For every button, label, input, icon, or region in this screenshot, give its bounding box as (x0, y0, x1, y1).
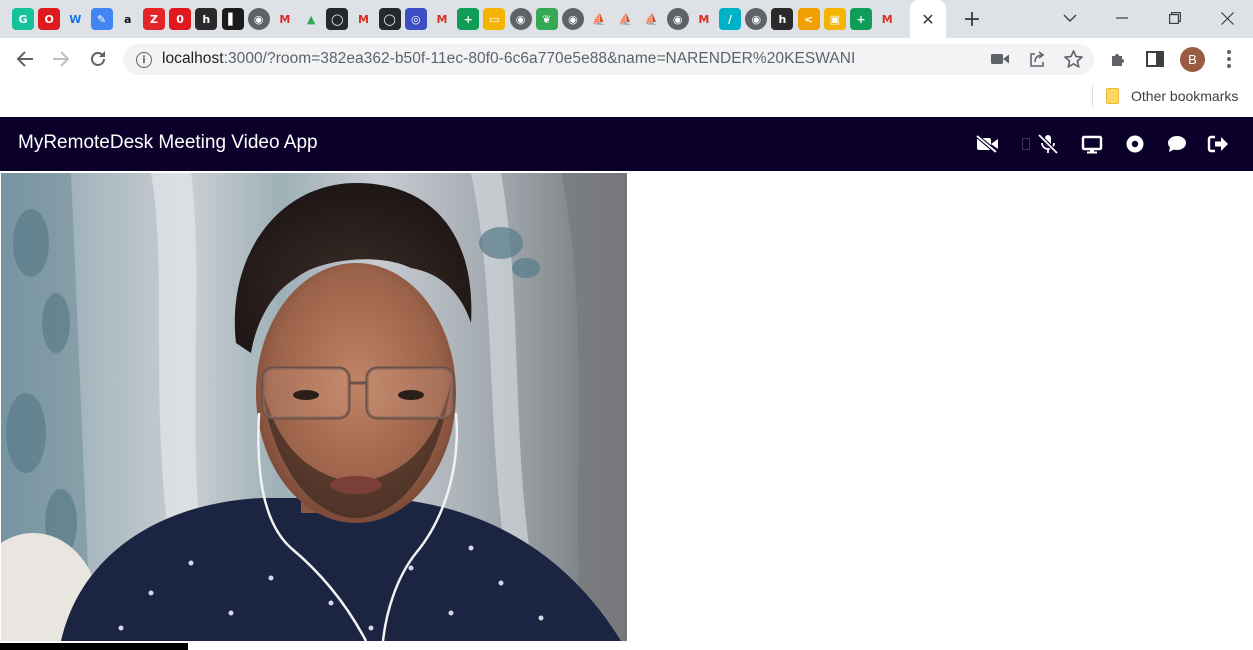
globe-icon[interactable]: ◉ (509, 8, 532, 30)
pen-icon[interactable]: / (719, 8, 742, 30)
gmail-icon[interactable]: M (431, 8, 453, 30)
site-info-icon[interactable]: i (136, 52, 152, 68)
book-icon[interactable]: ▌ (221, 8, 244, 30)
new-tab-button[interactable]: + (960, 6, 984, 32)
browser-menu-icon[interactable] (1219, 48, 1239, 70)
amazon-icon[interactable]: a (117, 8, 139, 30)
video-off-icon[interactable] (975, 133, 999, 155)
mic-off-icon[interactable] (1036, 133, 1060, 155)
github-icon[interactable]: ◯ (326, 8, 349, 30)
url-text[interactable]: localhost:3000/?room=382ea362-b50f-11ec-… (162, 50, 855, 68)
hashnode-icon[interactable]: h (195, 8, 218, 30)
video-frame (1, 173, 627, 641)
slides-icon[interactable]: ▭ (483, 8, 506, 30)
grammarly-icon[interactable]: G (12, 8, 34, 30)
camera-in-use-icon[interactable] (990, 49, 1010, 69)
sheets-plus-icon[interactable]: + (850, 8, 872, 30)
restore-icon[interactable] (1163, 5, 1187, 31)
zoho-icon[interactable]: Z (142, 8, 165, 30)
minimize-icon[interactable] (1110, 5, 1134, 31)
code-icon[interactable]: < (797, 8, 820, 30)
bookmark-star-icon[interactable] (1063, 49, 1083, 69)
hashnode-icon[interactable]: h (771, 8, 794, 30)
globe-icon[interactable]: ◉ (666, 8, 689, 30)
bookmarks-divider (1092, 85, 1093, 107)
tab-favicons: G O W ✎ a Z 0 h ▌ ◉ M ▲ ◯ M ◯ ◎ M + ▭ ◉ ❦ ◉ ⛵ ⛵ ⛵ ◉ M / ◉ h < ▣ + M (12, 8, 902, 30)
extensions-icon[interactable] (1109, 49, 1129, 69)
drive-icon[interactable]: ▲ (300, 8, 322, 30)
app-title: MyRemoteDesk Meeting Video App (18, 132, 318, 153)
globe-icon[interactable]: ◉ (561, 8, 584, 30)
chrome-ext-icon[interactable]: ❦ (535, 8, 558, 30)
phpmyadmin-icon[interactable]: ⛵ (614, 8, 636, 30)
url-path: :3000/?room=382ea362-b50f-11ec-80f0-6c6a… (223, 50, 856, 67)
record-icon[interactable] (1123, 133, 1147, 155)
url-host: localhost (162, 50, 224, 67)
gmail-icon[interactable]: M (693, 8, 715, 30)
chat-icon[interactable] (1165, 133, 1189, 155)
local-video (1, 173, 627, 641)
profile-avatar[interactable]: B (1180, 47, 1205, 72)
screen-share-icon[interactable] (1080, 133, 1104, 155)
close-window-icon[interactable] (1215, 5, 1239, 31)
share-icon[interactable] (1027, 49, 1047, 69)
side-panel-icon[interactable] (1145, 49, 1165, 69)
mic-indicator (1022, 133, 1030, 155)
other-bookmarks-link[interactable]: Other bookmarks (1131, 88, 1238, 104)
folder-icon (1106, 88, 1119, 104)
phpmyadmin-icon[interactable]: ⛵ (641, 8, 663, 30)
self-view-bar (0, 643, 188, 650)
active-tab[interactable]: ✕ (910, 0, 946, 38)
classroom-icon[interactable]: ▣ (823, 8, 846, 30)
gmail-icon[interactable]: M (274, 8, 296, 30)
phpmyadmin-icon[interactable]: ⛵ (588, 8, 610, 30)
edit-icon[interactable]: ✎ (90, 8, 113, 30)
gmail-icon[interactable]: M (876, 8, 898, 30)
back-icon[interactable] (12, 46, 38, 72)
tab-search-icon[interactable] (1058, 5, 1082, 31)
gmail-icon[interactable]: M (352, 8, 374, 30)
reload-icon[interactable] (85, 46, 111, 72)
globe-icon[interactable]: ◉ (247, 8, 270, 30)
forward-icon[interactable] (48, 46, 74, 72)
sheets-plus-icon[interactable]: + (457, 8, 480, 30)
globe-icon[interactable]: ◉ (745, 8, 768, 30)
app-icon[interactable]: ◎ (404, 8, 427, 30)
leave-icon[interactable] (1206, 133, 1230, 155)
bookmarks-bar (0, 80, 1253, 113)
github-icon[interactable]: ◯ (378, 8, 401, 30)
opera-red-icon[interactable]: 0 (169, 8, 192, 30)
close-tab-icon[interactable]: ✕ (921, 10, 934, 29)
tab-strip: G O W ✎ a Z 0 h ▌ ◉ M ▲ ◯ M ◯ ◎ M + ▭ ◉ ❦ ◉ ⛵ ⛵ ⛵ ◉ M / ◉ h < ▣ + M ✕ + (0, 0, 1253, 38)
wifi-w-icon[interactable]: W (64, 8, 86, 30)
opera-icon[interactable]: O (38, 8, 61, 30)
